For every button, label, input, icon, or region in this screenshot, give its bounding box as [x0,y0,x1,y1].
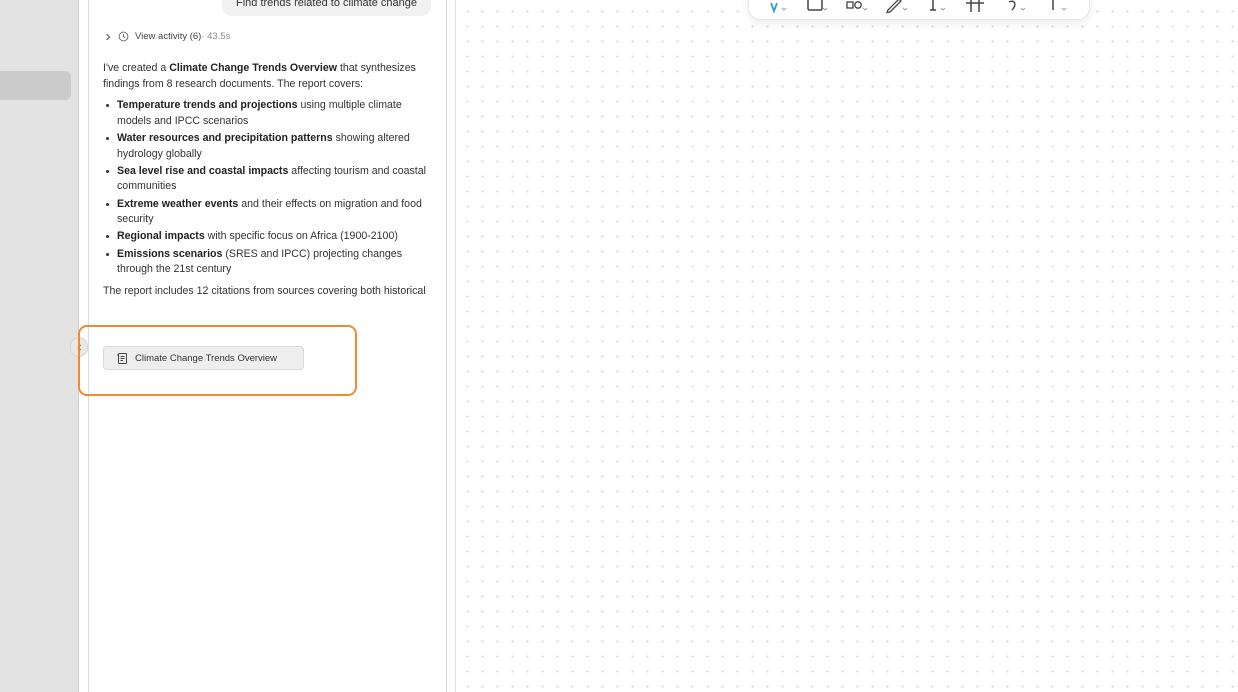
select-tool-button[interactable] [763,0,791,15]
text-icon [930,0,946,11]
list-item: Regional impacts with specific focus on … [103,229,433,245]
list-item: Water resources and precipitation patter… [103,131,433,162]
view-activity-label: View activity (6) [135,31,202,42]
activity-duration: · 43.5s [201,31,231,42]
bullet-heading: Water resources and precipitation patter… [117,131,333,144]
list-item: Sea level rise and coastal impacts affec… [103,164,433,195]
bullet-heading: Emissions scenarios [117,247,223,260]
drawing-toolbar [748,0,1090,20]
response-intro: I've created a Climate Change Trends Ove… [103,61,433,92]
list-item: Temperature trends and projections using… [103,98,433,129]
sidebar-selected-item[interactable] [0,71,71,100]
document-icon [117,352,127,364]
rectangle-icon [807,0,828,11]
chevron-left-icon [76,344,81,350]
assistant-message: I've created a Climate Change Trends Ove… [103,61,433,300]
pen-tool-button[interactable] [883,0,911,15]
bullet-heading: Temperature trends and projections [117,99,298,112]
pen-icon [885,0,908,14]
app-window: Find trends related to climate change Vi… [0,0,1238,692]
chat-panel: Find trends related to climate change Vi… [88,0,447,692]
frame-tool-button[interactable] [963,0,991,15]
list-item: Emissions scenarios (SRES and IPCC) proj… [103,247,433,278]
response-closing: The report includes 12 citations from so… [103,284,433,300]
upload-icon [1052,0,1067,11]
intro-prefix: I've created a [103,62,170,74]
components-tool-button[interactable] [843,0,871,15]
frame-icon [966,0,984,12]
upload-tool-button[interactable] [1043,0,1071,15]
collapse-panel-handle[interactable] [70,337,88,357]
lasso-icon [1008,0,1026,11]
intro-report-title: Climate Change Trends Overview [169,62,338,74]
chevron-right-icon [106,33,111,40]
findings-list: Temperature trends and projections using… [103,98,433,278]
view-activity-toggle[interactable]: View activity (6) · 43.5s [104,31,230,42]
cursor-icon [770,2,787,14]
bullet-heading: Regional impacts [117,230,205,243]
shapes-icon [846,1,868,11]
left-sidebar [0,0,79,692]
bullet-heading: Extreme weather events [117,197,239,210]
report-artifact-button[interactable]: Climate Change Trends Overview [103,346,304,370]
bullet-text: with specific focus on Africa (1900-2100… [204,230,398,243]
report-chip-label: Climate Change Trends Overview [135,352,278,364]
user-message-bubble: Find trends related to climate change [222,0,431,16]
clock-icon [118,31,129,42]
lasso-tool-button[interactable] [1003,0,1031,15]
closing-text: The report includes 12 citations from so… [103,284,426,297]
whiteboard-canvas[interactable] [455,0,1238,692]
bullet-heading: Sea level rise and coastal impacts [117,164,289,177]
list-item: Extreme weather events and their effects… [103,197,433,228]
rectangle-tool-button[interactable] [803,0,831,15]
text-tool-button[interactable] [923,0,951,15]
